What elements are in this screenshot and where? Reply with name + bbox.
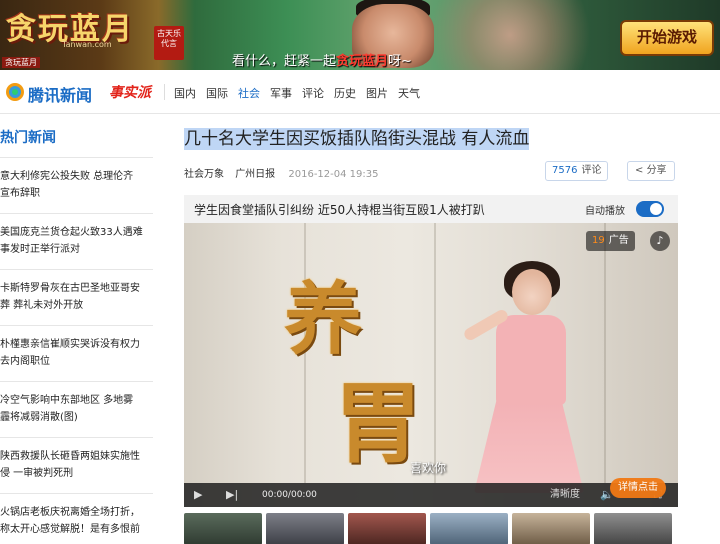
hot-news-item[interactable]: 火锅店老板庆祝离婚全场打折， 称太开心感觉解脱！是有多恨前 — [0, 493, 153, 544]
video-player[interactable]: 养 胃 喜欢你 19广告 ♪ ▶ ▶| 00:00/00:00 清晰度 🔈 ⛶ … — [184, 223, 678, 507]
video-title: 学生因食堂插队引纠纷 近50人持棍当街互殴1人被打趴 — [194, 203, 485, 217]
nav-link-society[interactable]: 社会 — [238, 85, 260, 101]
tencent-logo-icon[interactable] — [4, 82, 26, 102]
hot-news-line: 朴槿惠亲信崔顺实哭诉没有权力 — [0, 339, 140, 350]
slogan-prefix: 看什么，赶紧一起 — [232, 54, 337, 69]
hot-news-item[interactable]: 陕西救援队长砸昏两姐妹实施性侵 一审被判死刑 — [0, 437, 153, 493]
hot-news-line: 意大利修宪公投失败 总理伦齐 — [0, 171, 134, 182]
nav-link-opinion[interactable]: 评论 — [302, 85, 324, 101]
autoplay-label: 自动播放 — [585, 206, 625, 217]
quality-button[interactable]: 清晰度 — [550, 483, 580, 507]
share-icon: < — [635, 165, 647, 176]
hot-news-line: 称太开心感觉解脱！是有多恨前 — [0, 524, 140, 535]
nav-links: 国内 国际 社会 军事 评论 历史 图片 天气 — [174, 85, 420, 101]
hot-news-title: 热门新闻 — [0, 130, 56, 146]
article-paper: 广州日报 — [235, 169, 276, 180]
video-header: 学生因食堂插队引纠纷 近50人持棍当街互殴1人被打趴 自动播放 — [184, 195, 678, 223]
hot-news-line: 葬 葬礼未对外开放 — [0, 300, 84, 311]
video-thumbnail[interactable] — [266, 513, 344, 544]
ad-char-wei: 胃 — [334, 371, 423, 475]
banner-glow — [410, 0, 610, 70]
game-sub-label: 贪玩蓝月 — [2, 57, 40, 68]
hot-news-list: 意大利修宪公投失败 总理伦齐 宣布辞职 美国庞克兰货仓起火致33人遇难 事发时正举行… — [0, 157, 153, 544]
hot-news-line: 去内阁职位 — [0, 356, 50, 367]
ad-model-skirt — [474, 393, 584, 493]
nav-link-military[interactable]: 军事 — [270, 85, 292, 101]
comment-label: 评论 — [581, 165, 602, 176]
hot-news-line: 卡斯特罗骨灰在古巴圣地亚哥安 — [0, 283, 140, 294]
logo-text[interactable]: 腾讯新闻 — [28, 82, 92, 106]
video-controls: ▶ ▶| 00:00/00:00 清晰度 🔈 ⛶ — [184, 483, 678, 507]
video-thumbnail[interactable] — [594, 513, 672, 544]
hot-news-item[interactable]: 美国庞克兰货仓起火致33人遇难 事发时正举行派对 — [0, 213, 153, 269]
hot-news-line: 霾将减弱消散(图) — [0, 412, 78, 423]
top-ad-banner[interactable]: 贪玩蓝月 Tanwan.com 贪玩蓝月 古天乐代言 看什么，赶紧一起贪玩蓝月呀… — [0, 0, 720, 70]
video-thumbnails — [184, 513, 678, 544]
hot-news-line: 火锅店老板庆祝离婚全场打折， — [0, 507, 140, 518]
wall-panel-line — [604, 223, 606, 483]
logo-slogan: 事实派 — [109, 85, 151, 101]
video-time: 00:00/00:00 — [262, 490, 317, 500]
play-icon[interactable]: ▶ — [194, 483, 202, 507]
hot-news-line: 美国庞克兰货仓起火致33人遇难 — [0, 227, 143, 238]
game-url: Tanwan.com — [62, 40, 112, 49]
hot-news-line: 陕西救援队长砸昏两姐妹实施性 — [0, 451, 140, 462]
nav-link-photos[interactable]: 图片 — [366, 85, 388, 101]
autoplay-toggle[interactable] — [636, 201, 664, 217]
next-icon[interactable]: ▶| — [226, 483, 238, 507]
video-caption: 喜欢你 — [410, 461, 447, 475]
comment-count: 7576 — [552, 165, 578, 176]
site-nav: 腾讯新闻 事实派 国内 国际 社会 军事 评论 历史 图片 天气 — [0, 70, 720, 114]
nav-link-international[interactable]: 国际 — [206, 85, 228, 101]
article-date: 2016-12-04 19:35 — [288, 169, 379, 180]
article-source[interactable]: 社会万象 — [184, 169, 224, 180]
hot-news-line: 侵 一审被判死刑 — [0, 468, 74, 479]
hot-news-line: 宣布辞职 — [0, 188, 40, 199]
hot-news-item[interactable]: 朴槿惠亲信崔顺实哭诉没有权力 去内阁职位 — [0, 325, 153, 381]
video-thumbnail[interactable] — [348, 513, 426, 544]
start-game-button[interactable]: 开始游戏 — [620, 20, 714, 56]
hot-news-line: 事发时正举行派对 — [0, 244, 80, 255]
comment-button[interactable]: 7576 评论 — [545, 161, 609, 181]
share-label: 分享 — [646, 165, 667, 176]
nav-link-domestic[interactable]: 国内 — [174, 85, 196, 101]
ad-volume-icon[interactable]: ♪ — [650, 231, 670, 251]
ad-countdown: 19 — [592, 235, 605, 246]
article-title: 几十名大学生因买饭插队陷街头混战 有人流血 — [184, 124, 530, 150]
hot-news-sidebar: 热门新闻 意大利修宪公投失败 总理伦齐 宣布辞职 美国庞克兰货仓起火致33人遇难事… — [0, 115, 153, 544]
article-meta: 社会万象 广州日报 2016-12-04 19:35 — [184, 165, 379, 180]
endorsement-seal: 古天乐代言 — [154, 26, 184, 60]
ad-slogan: 看什么，赶紧一起贪玩蓝月呀~ — [232, 50, 412, 69]
video-thumbnail[interactable] — [184, 513, 262, 544]
hot-news-item[interactable]: 意大利修宪公投失败 总理伦齐 宣布辞职 — [0, 157, 153, 213]
hot-news-item[interactable]: 冷空气影响中东部地区 多地雾 霾将减弱消散(图) — [0, 381, 153, 437]
slogan-suffix: 呀~ — [388, 54, 412, 69]
ad-detail-button[interactable]: 详情点击 — [610, 478, 666, 498]
share-button[interactable]: < 分享 — [627, 161, 675, 181]
ad-countdown-badge: 19 广告 — [586, 231, 635, 251]
nav-divider — [164, 84, 165, 100]
video-thumbnail[interactable] — [430, 513, 508, 544]
wall-panel-line — [434, 223, 436, 483]
hot-news-line: 冷空气影响中东部地区 多地雾 — [0, 395, 134, 406]
ad-label: 广告 — [608, 235, 629, 246]
nav-link-weather[interactable]: 天气 — [398, 85, 420, 101]
article-title-text: 几十名大学生因买饭插队陷街头混战 有人流血 — [184, 128, 530, 150]
slogan-highlight: 贪玩蓝月 — [336, 54, 389, 69]
hot-news-item[interactable]: 卡斯特罗骨灰在古巴圣地亚哥安葬 葬礼未对外开放 — [0, 269, 153, 325]
ad-model-body — [496, 315, 566, 405]
video-thumbnail[interactable] — [512, 513, 590, 544]
nav-link-history[interactable]: 历史 — [334, 85, 356, 101]
ad-model-head — [512, 269, 552, 315]
